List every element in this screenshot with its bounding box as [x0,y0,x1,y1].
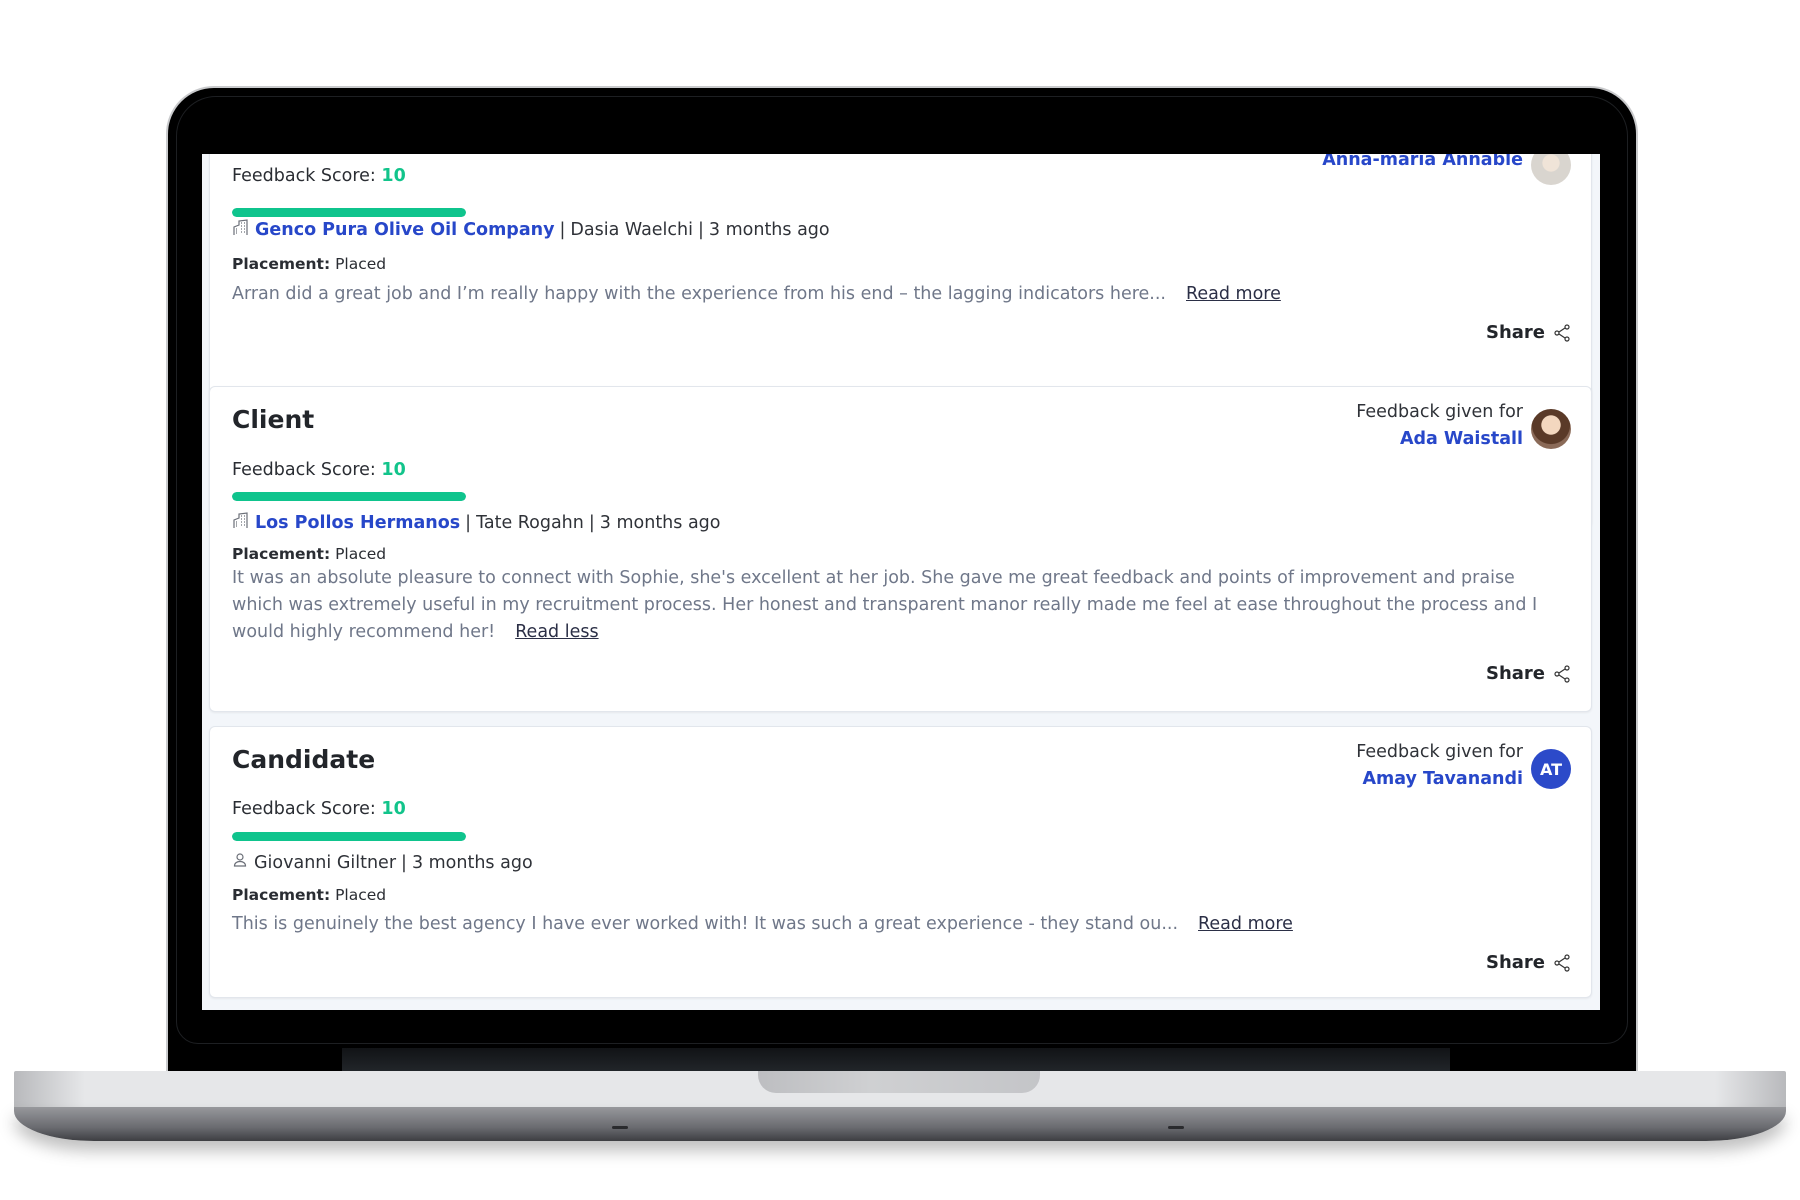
placement-status: Placement: Placed [232,255,387,273]
score-bar-fill [232,832,466,841]
building-icon [232,219,249,241]
read-more-link[interactable]: Read more [1198,914,1293,934]
company-link[interactable]: Genco Pura Olive Oil Company [255,220,555,240]
feedback-meta: Genco Pura Olive Oil Company | Dasia Wae… [232,219,830,241]
timestamp: 3 months ago [411,852,533,873]
share-button[interactable]: Share [1486,663,1571,684]
laptop-hinge [342,1048,1450,1072]
read-more-link[interactable]: Read more [1186,284,1281,304]
avatar [1531,154,1571,185]
share-icon [1554,664,1570,683]
feedback-text: It was an absolute pleasure to connect w… [232,568,1538,642]
score-bar [232,208,466,217]
laptop-foot [1168,1126,1184,1129]
placement-status: Placement: Placed [232,886,387,904]
feedback-given-for: Feedback given for Ada Waistall [1356,399,1523,453]
share-icon [1554,323,1570,342]
feedback-text: This is genuinely the best agency I have… [232,914,1293,934]
feedback-score: Feedback Score: 10 [232,460,406,480]
given-for-name[interactable]: Amay Tavanandi [1356,766,1523,793]
timestamp: 3 months ago [708,220,830,240]
score-bar [232,492,466,501]
score-value: 10 [381,799,406,819]
score-bar-fill [232,492,466,501]
share-button[interactable]: Share [1486,952,1571,973]
feedback-meta: Los Pollos Hermanos | Tate Rogahn | 3 mo… [232,512,721,534]
laptop-notch [758,1071,1040,1093]
given-for-name[interactable]: Anna-maria Annable [1322,154,1523,174]
score-bar [232,832,466,841]
score-value: 10 [381,166,406,186]
author-name: Giovanni Giltner [254,852,397,873]
laptop-base-front [14,1107,1786,1141]
share-icon [1554,953,1570,972]
feedback-given-for: Feedback given for Amay Tavanandi [1356,739,1523,793]
feedback-text: Arran did a great job and I’m really hap… [232,284,1281,304]
person-icon [232,852,248,873]
share-button[interactable]: Share [1486,322,1571,343]
score-value: 10 [381,460,406,480]
feedback-score: Feedback Score: 10 [232,799,406,819]
feedback-card: Client Feedback given for Ada Waistall F… [209,386,1592,712]
card-title: Client [232,405,315,434]
company-link[interactable]: Los Pollos Hermanos [255,513,460,533]
feedback-given-for: Anna-maria Annable [1322,154,1523,174]
feedback-meta: Giovanni Giltner | 3 months ago [232,852,533,873]
card-title: Candidate [232,745,376,774]
score-bar-fill [232,208,466,217]
timestamp: 3 months ago [599,513,721,533]
read-less-link[interactable]: Read less [515,622,598,642]
author-name: Dasia Waelchi [570,220,693,240]
screen: Anna-maria Annable Feedback Score: 10 Ge… [202,154,1600,1010]
avatar: AT [1531,749,1571,789]
placement-status: Placement: Placed [232,545,387,563]
feedback-card: Candidate Feedback given for Amay Tavana… [209,726,1592,998]
avatar [1531,409,1571,449]
feedback-score: Feedback Score: 10 [232,166,406,186]
laptop-foot [612,1126,628,1129]
building-icon [232,512,249,534]
author-name: Tate Rogahn [476,513,584,533]
given-for-name[interactable]: Ada Waistall [1356,426,1523,453]
